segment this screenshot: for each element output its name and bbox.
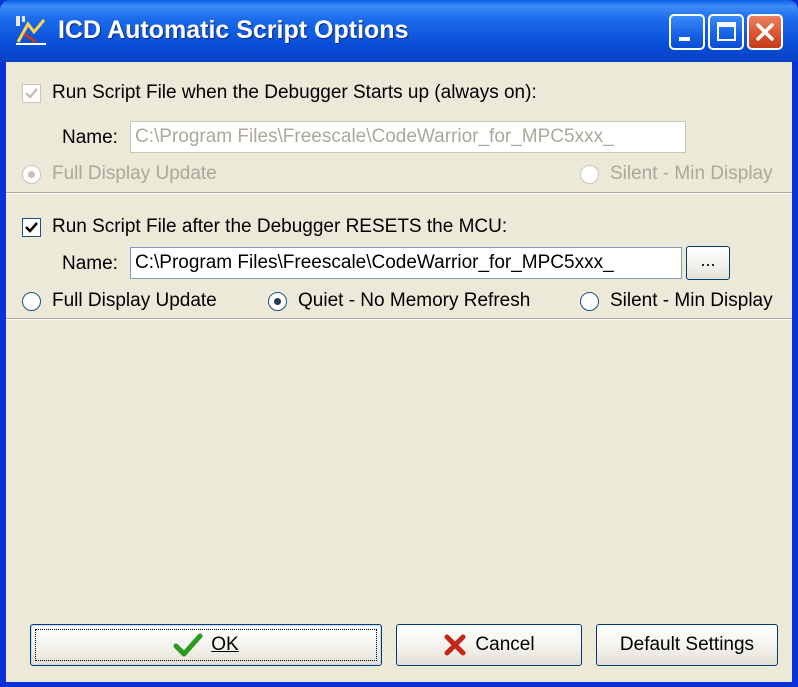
startup-silent-radio[interactable] — [580, 165, 599, 184]
ok-button[interactable]: OK — [30, 624, 382, 666]
cancel-button[interactable]: Cancel — [396, 624, 582, 666]
reset-silent-radio[interactable] — [580, 292, 599, 311]
reset-script-checkbox[interactable] — [22, 218, 41, 237]
title-bar[interactable]: ICD Automatic Script Options — [0, 0, 798, 62]
reset-silent-label: Silent - Min Display — [610, 290, 773, 311]
close-button[interactable] — [747, 14, 783, 50]
default-settings-button[interactable]: Default Settings — [596, 624, 778, 666]
startup-name-label: Name: — [62, 127, 118, 148]
maximize-icon — [717, 22, 736, 41]
default-settings-label: Default Settings — [619, 634, 755, 655]
section-divider-2 — [6, 318, 792, 320]
checkmark-icon — [25, 88, 38, 99]
minimize-button[interactable] — [669, 14, 705, 50]
close-icon — [756, 23, 774, 41]
debugger-app-icon — [16, 16, 46, 45]
startup-script-checkbox[interactable] — [22, 84, 41, 103]
startup-full-display-label: Full Display Update — [52, 163, 217, 184]
cancel-label: Cancel — [475, 634, 535, 655]
reset-script-label: Run Script File after the Debugger RESET… — [52, 216, 508, 237]
reset-full-display-radio[interactable] — [22, 292, 41, 311]
startup-script-label: Run Script File when the Debugger Starts… — [52, 82, 537, 103]
startup-name-field[interactable]: C:\Program Files\Freescale\CodeWarrior_f… — [130, 121, 686, 153]
startup-silent-label: Silent - Min Display — [610, 163, 773, 184]
reset-name-field[interactable]: C:\Program Files\Freescale\CodeWarrior_f… — [130, 247, 682, 279]
section-divider-1 — [6, 192, 792, 194]
reset-quiet-radio[interactable] — [268, 292, 287, 311]
startup-full-display-radio[interactable] — [22, 165, 41, 184]
reset-quiet-label: Quiet - No Memory Refresh — [298, 290, 531, 311]
red-x-icon — [444, 634, 466, 656]
reset-full-display-label: Full Display Update — [52, 290, 217, 311]
minimize-icon — [679, 37, 690, 41]
browse-button[interactable]: ... — [686, 246, 730, 280]
focus-rectangle — [35, 629, 377, 661]
checkmark-icon — [25, 222, 38, 233]
window-title: ICD Automatic Script Options — [58, 16, 409, 44]
dialog-body: Run Script File when the Debugger Starts… — [6, 62, 792, 682]
reset-name-label: Name: — [62, 253, 118, 274]
dialog-window: ICD Automatic Script Options Run Script … — [0, 0, 798, 687]
maximize-button[interactable] — [708, 14, 744, 50]
